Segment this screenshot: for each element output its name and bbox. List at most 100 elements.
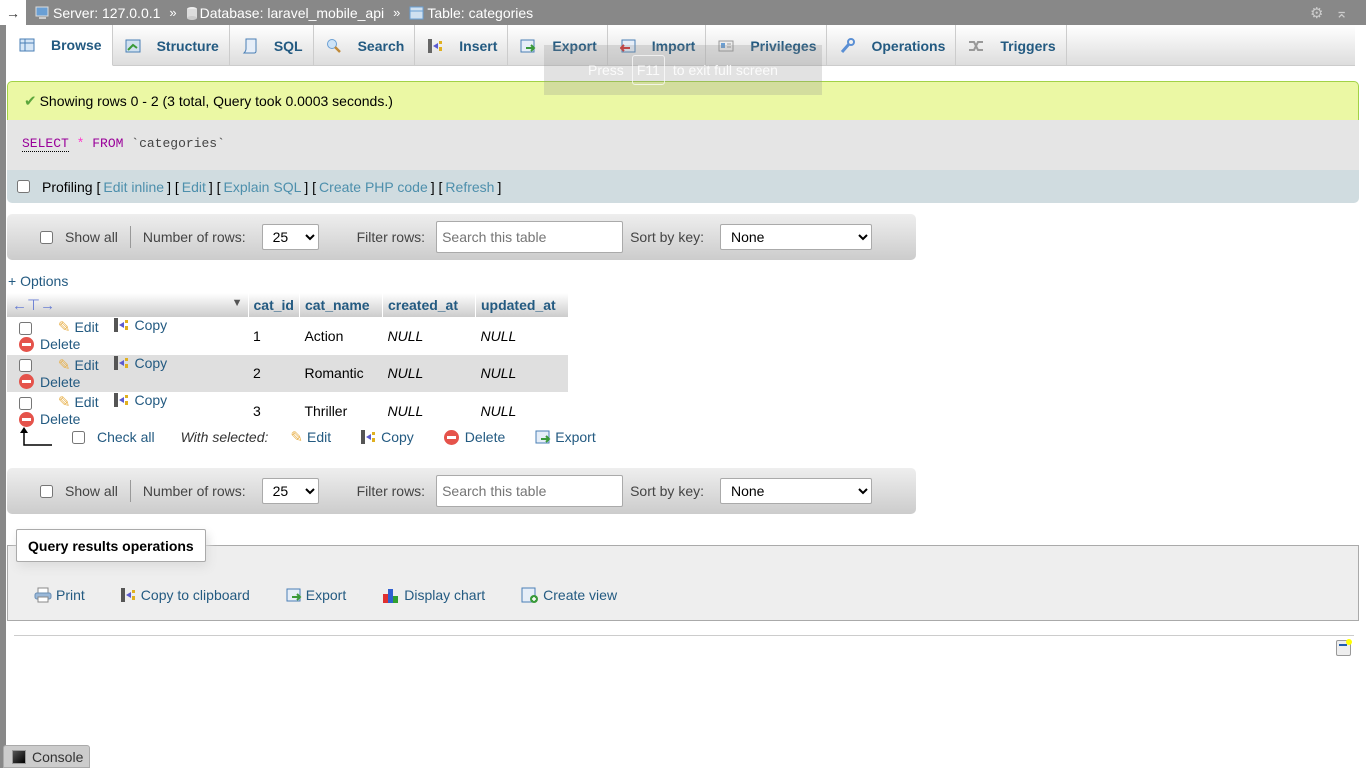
bulk-delete-button[interactable]: Delete xyxy=(443,429,505,445)
cell-created-at[interactable]: NULL xyxy=(382,354,476,392)
filter-rows-input[interactable] xyxy=(436,475,624,507)
edit-link[interactable]: Edit xyxy=(182,179,206,195)
cell-updated-at[interactable]: NULL xyxy=(475,317,569,355)
column-header-created-at[interactable]: created_at xyxy=(382,293,476,317)
column-header-updated-at[interactable]: updated_at xyxy=(475,293,569,317)
bulk-export-button[interactable]: Export xyxy=(535,429,596,445)
tab-browse[interactable]: Browse xyxy=(7,25,113,66)
explain-sql-link[interactable]: Explain SQL xyxy=(224,179,302,195)
breadcrumb-table-label[interactable]: Table: categories xyxy=(427,5,533,21)
page-settings-icon[interactable] xyxy=(1336,639,1352,656)
collapse-up-icon[interactable]: ⌅ xyxy=(1335,4,1348,22)
sql-table-name: `categories` xyxy=(131,136,225,151)
delete-icon xyxy=(443,429,459,445)
copy-to-clipboard-link[interactable]: Copy to clipboard xyxy=(120,587,250,603)
tab-structure[interactable]: Structure xyxy=(113,25,230,66)
tab-triggers[interactable]: Triggers xyxy=(956,25,1067,66)
row-copy-button[interactable]: Copy xyxy=(114,317,167,333)
left-edge-bar xyxy=(0,0,6,768)
sql-query-display: SELECT * FROM `categories` xyxy=(7,120,1359,170)
row-delete-button[interactable]: Delete xyxy=(19,336,80,352)
browse-icon xyxy=(19,38,35,52)
tab-label: Insert xyxy=(459,37,498,54)
cell-cat-id[interactable]: 3 xyxy=(248,392,300,430)
column-menu-dropdown-icon[interactable]: ▼ xyxy=(232,297,243,309)
number-of-rows-label: Number of rows: xyxy=(142,229,246,245)
number-of-rows-select[interactable]: 25 xyxy=(261,478,319,504)
row-copy-button[interactable]: Copy xyxy=(114,355,167,371)
breadcrumb-database-label[interactable]: Database: laravel_mobile_api xyxy=(200,5,384,21)
export-link[interactable]: Export xyxy=(286,587,346,603)
row-checkbox[interactable] xyxy=(19,321,32,335)
cell-updated-at[interactable]: NULL xyxy=(475,392,569,430)
cell-cat-name[interactable]: Action xyxy=(299,317,383,355)
row-checkbox[interactable] xyxy=(19,396,32,410)
breadcrumb-server-label[interactable]: Server: 127.0.0.1 xyxy=(53,5,160,21)
number-of-rows-label: Number of rows: xyxy=(142,483,246,499)
row-edit-button[interactable]: ✎ Edit xyxy=(58,393,99,411)
breadcrumb-database[interactable]: Database: laravel_mobile_api xyxy=(186,5,384,21)
row-actions: ✎ Edit Copy Delete xyxy=(7,317,248,355)
column-header-cat-name[interactable]: cat_name xyxy=(299,293,383,317)
show-all-checkbox[interactable] xyxy=(40,484,53,498)
refresh-link[interactable]: Refresh xyxy=(445,179,494,195)
pencil-icon: ✎ xyxy=(290,429,303,446)
profiling-label: Profiling xyxy=(42,178,93,195)
export-icon xyxy=(535,430,551,444)
navigation-toggle-button[interactable]: → xyxy=(0,0,26,25)
tab-sql[interactable]: SQL xyxy=(230,25,314,66)
pencil-icon: ✎ xyxy=(57,394,71,411)
column-header-cat-id[interactable]: cat_id xyxy=(248,293,300,317)
breadcrumb-server[interactable]: Server: 127.0.0.1 xyxy=(35,5,160,21)
cell-updated-at[interactable]: NULL xyxy=(475,354,569,392)
filter-rows-label: Filter rows: xyxy=(356,483,426,499)
console-icon xyxy=(12,749,26,764)
check-all-label[interactable]: Check all xyxy=(97,429,155,445)
number-of-rows-select[interactable]: 25 xyxy=(261,224,319,250)
bulk-edit-button[interactable]: ✎ Edit xyxy=(290,428,331,446)
structure-icon xyxy=(125,39,141,52)
filter-rows-label: Filter rows: xyxy=(356,229,426,245)
row-checkbox[interactable] xyxy=(19,359,32,373)
column-resize-arrows-icon[interactable]: ←⊤→ xyxy=(12,297,55,314)
row-delete-button[interactable]: Delete xyxy=(19,411,80,427)
cell-cat-name[interactable]: Thriller xyxy=(299,392,383,430)
sort-by-key-select[interactable]: None xyxy=(720,478,872,504)
console-toggle-button[interactable]: Console xyxy=(3,745,90,768)
check-all-checkbox[interactable] xyxy=(72,430,85,444)
create-php-code-link[interactable]: Create PHP code xyxy=(319,179,428,195)
filter-rows-input[interactable] xyxy=(436,221,624,253)
sql-keyword-select[interactable]: SELECT xyxy=(22,136,69,152)
cell-created-at[interactable]: NULL xyxy=(382,392,476,430)
divider xyxy=(129,226,131,248)
edit-inline-link[interactable]: Edit inline xyxy=(103,179,164,195)
tab-search[interactable]: Search xyxy=(314,25,416,66)
sort-by-key-select[interactable]: None xyxy=(720,224,872,250)
show-all-checkbox[interactable] xyxy=(40,230,53,244)
tab-insert[interactable]: Insert xyxy=(415,25,509,66)
row-actions: ✎ Edit Copy Delete xyxy=(7,392,248,430)
create-view-link[interactable]: Create view xyxy=(521,587,617,603)
row-edit-button[interactable]: ✎ Edit xyxy=(58,356,99,374)
row-edit-button[interactable]: ✎ Edit xyxy=(58,318,99,336)
row-copy-button[interactable]: Copy xyxy=(114,392,167,408)
breadcrumb-table[interactable]: Table: categories xyxy=(409,5,533,21)
gear-icon[interactable]: ⚙ xyxy=(1310,4,1323,22)
row-delete-button[interactable]: Delete xyxy=(19,374,80,390)
copy-icon xyxy=(361,430,376,444)
print-link[interactable]: Print xyxy=(34,587,85,603)
bulk-copy-button[interactable]: Copy xyxy=(361,429,414,445)
delete-icon xyxy=(19,411,34,427)
column-controls-header: ←⊤→ ▼ xyxy=(7,293,249,317)
profiling-bar: Profiling [ Edit inline] [ Edit] [ Expla… xyxy=(7,170,1359,203)
cell-cat-id[interactable]: 1 xyxy=(248,317,300,355)
cell-cat-id[interactable]: 2 xyxy=(248,354,300,392)
options-link[interactable]: + Options xyxy=(8,273,68,289)
create-view-icon xyxy=(521,587,539,603)
cell-created-at[interactable]: NULL xyxy=(382,317,476,355)
row-actions: ✎ Edit Copy Delete xyxy=(7,354,248,392)
cell-cat-name[interactable]: Romantic xyxy=(299,354,383,392)
profiling-checkbox[interactable] xyxy=(17,180,30,193)
display-chart-link[interactable]: Display chart xyxy=(382,587,485,603)
tab-operations[interactable]: Operations xyxy=(827,25,957,66)
